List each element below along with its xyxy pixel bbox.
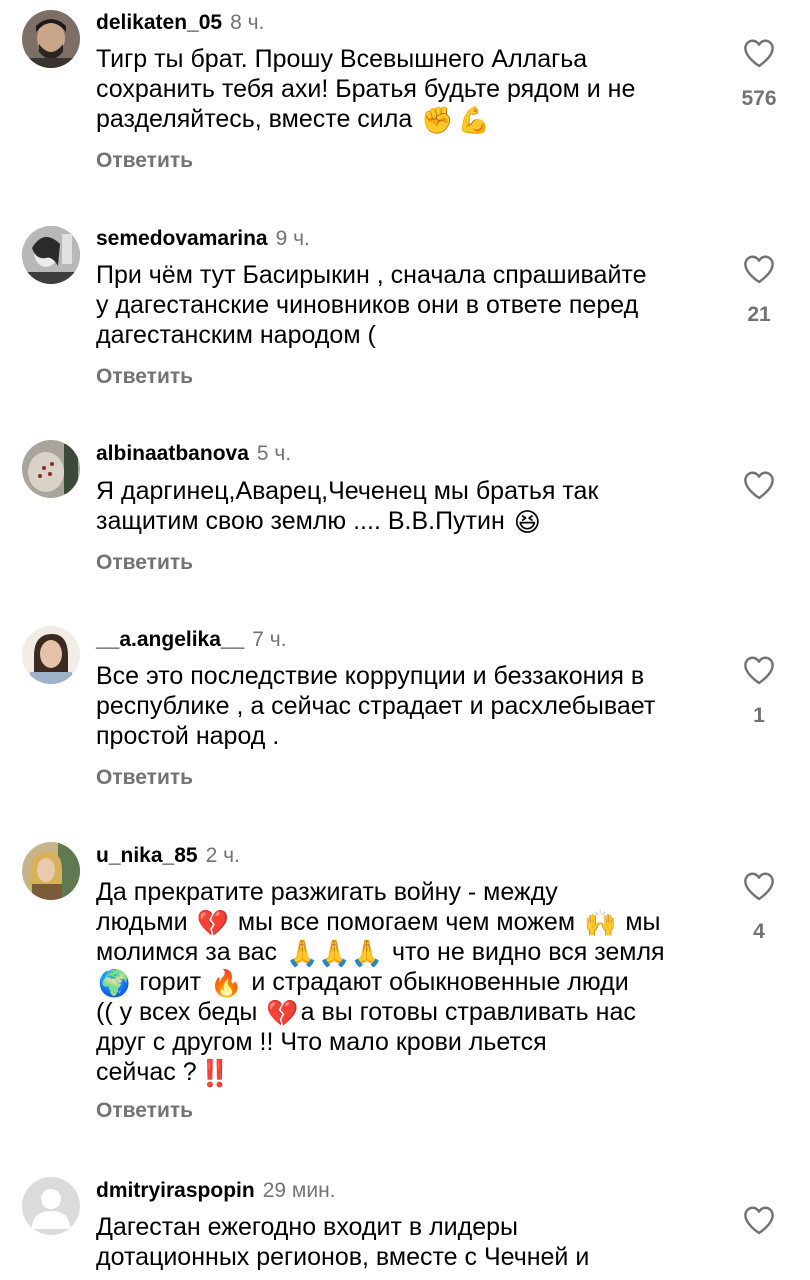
comment-line-text: сейчас ? (96, 1058, 197, 1086)
reply-button[interactable]: Ответить (96, 765, 193, 791)
comment-line: Тигр ты брат. Прошу Всевышнего Аллагьа (96, 45, 588, 73)
raised-hands-emoji: 🙌 (583, 908, 617, 938)
comment-header: __a.angelika__ 7 ч. (96, 627, 287, 653)
comment-line-text: (( у всех беды (96, 998, 258, 1026)
username[interactable]: __a.angelika__ (96, 628, 244, 651)
muscle-emoji: 💪 (457, 105, 490, 135)
comment-text: Да прекратите разжигать войну - между лю… (96, 877, 716, 1087)
reply-button[interactable]: Ответить (96, 1098, 193, 1124)
comment-line-text: горит (139, 968, 202, 996)
laughing-emoji: 😆 (513, 507, 541, 537)
timestamp: 7 ч. (252, 628, 287, 651)
comment-line-text: защитим свою землю .... В.В.Путин (96, 507, 505, 535)
reply-button[interactable]: Ответить (96, 148, 193, 174)
comment-header: semedovamarina 9 ч. (96, 226, 310, 252)
comment-header: dmitryiraspopin 29 мин. (96, 1178, 336, 1204)
comment-text: Тигр ты брат. Прошу Всевышнего Аллагьа с… (96, 44, 716, 134)
fist-emoji: ✊ (421, 105, 454, 135)
comment-line-text: что не видно вся земля (392, 938, 665, 966)
comment-line: При чём тут Басирыкин , сначала спрашива… (96, 261, 647, 289)
comment-line-text: мы все помогаем чем можем (237, 908, 576, 936)
avatar[interactable] (22, 626, 80, 684)
heart-icon[interactable] (742, 38, 776, 68)
like-count: 1 (753, 704, 765, 727)
like-count: 4 (753, 920, 765, 943)
comment-line: защитим свою землю .... В.В.Путин 😆 (96, 506, 716, 536)
heart-icon[interactable] (742, 871, 776, 901)
avatar[interactable] (22, 10, 80, 68)
avatar[interactable] (22, 842, 80, 900)
comment-line: Я даргинец,Аварец,Чеченец мы братья так (96, 477, 599, 505)
comment-line-text: и страдают обыкновенные люди (251, 968, 629, 996)
heart-icon[interactable] (742, 254, 776, 284)
reply-button[interactable]: Ответить (96, 550, 193, 576)
comment-line: (( у всех беды 💔а вы готовы стравливать … (96, 997, 716, 1027)
timestamp: 8 ч. (230, 11, 265, 34)
like-count: 576 (741, 87, 777, 110)
comment-text: При чём тут Басирыкин , сначала спрашива… (96, 260, 716, 350)
comment-line-text: молимся за вас (96, 938, 277, 966)
comment-header: delikaten_05 8 ч. (96, 10, 264, 36)
avatar[interactable] (22, 440, 80, 498)
avatar[interactable] (22, 1177, 80, 1235)
comment-line-text: а вы готовы стравливать нас (300, 998, 636, 1026)
comment-line-text: людьми (96, 908, 188, 936)
comment-line: друг с другом !! Что мало крови льется (96, 1028, 547, 1056)
timestamp: 5 ч. (256, 442, 292, 465)
comment-line: людьми 💔 мы все помогаем чем можем 🙌 мы (96, 907, 716, 937)
comment-line: Да прекратите разжигать войну - между (96, 878, 558, 906)
comment-line: дагестанским народом ( (96, 321, 376, 349)
comment-text: Дагестан ежегодно входит в лидеры дотаци… (96, 1212, 716, 1272)
comment-line: Все это последствие коррупции и беззакон… (96, 662, 645, 690)
comment-line: молимся за вас 🙏🙏🙏 что не видно вся земл… (96, 937, 716, 967)
timestamp: 29 мин. (262, 1179, 336, 1202)
comment-line: республике , а сейчас страдает и расхлеб… (96, 692, 656, 720)
comment-header: albinaatbanova 5 ч. (96, 441, 291, 467)
reply-button[interactable]: Ответить (96, 364, 193, 390)
heart-icon[interactable] (742, 470, 776, 500)
broken-heart-emoji: 💔 (196, 908, 229, 938)
comment-line: дотационных регионов, вместе с Чечней и (96, 1243, 590, 1271)
timestamp: 9 ч. (275, 227, 310, 250)
username[interactable]: semedovamarina (96, 227, 268, 250)
username[interactable]: dmitryiraspopin (96, 1179, 255, 1202)
comment-line-text: мы (625, 908, 661, 936)
like-count: 21 (747, 303, 771, 326)
double-exclamation-emoji: ‼️ (198, 1058, 232, 1088)
avatar[interactable] (22, 226, 80, 284)
heart-icon[interactable] (742, 1205, 776, 1235)
username[interactable]: albinaatbanova (96, 442, 249, 465)
comment-line: сейчас ?‼️ (96, 1057, 716, 1087)
globe-emoji: 🌍 (98, 968, 131, 998)
comment-line: разделяйтесь, вместе сила ✊ 💪 (96, 104, 716, 134)
fire-emoji: 🔥 (210, 968, 243, 998)
heart-icon[interactable] (742, 655, 776, 685)
username[interactable]: u_nika_85 (96, 844, 198, 867)
comment-line: сохранить тебя ахи! Братья будьте рядом … (96, 75, 636, 103)
comment-text: Я даргинец,Аварец,Чеченец мы братья так … (96, 476, 716, 536)
comment-line: 🌍 горит 🔥 и страдают обыкновенные люди (96, 967, 716, 997)
timestamp: 2 ч. (205, 844, 240, 867)
comment-header: u_nika_85 2 ч. (96, 843, 240, 869)
username[interactable]: delikaten_05 (96, 11, 222, 34)
comment-line-text: разделяйтесь, вместе сила (96, 105, 413, 133)
comment-text: Все это последствие коррупции и беззакон… (96, 661, 716, 751)
broken-heart-emoji: 💔 (266, 998, 299, 1028)
comment-line: у дагестанские чиновников они в ответе п… (96, 291, 639, 319)
comment-line: простой народ . (96, 722, 280, 750)
comment-line: Дагестан ежегодно входит в лидеры (96, 1213, 518, 1241)
pray-emoji: 🙏🙏🙏 (285, 938, 384, 968)
